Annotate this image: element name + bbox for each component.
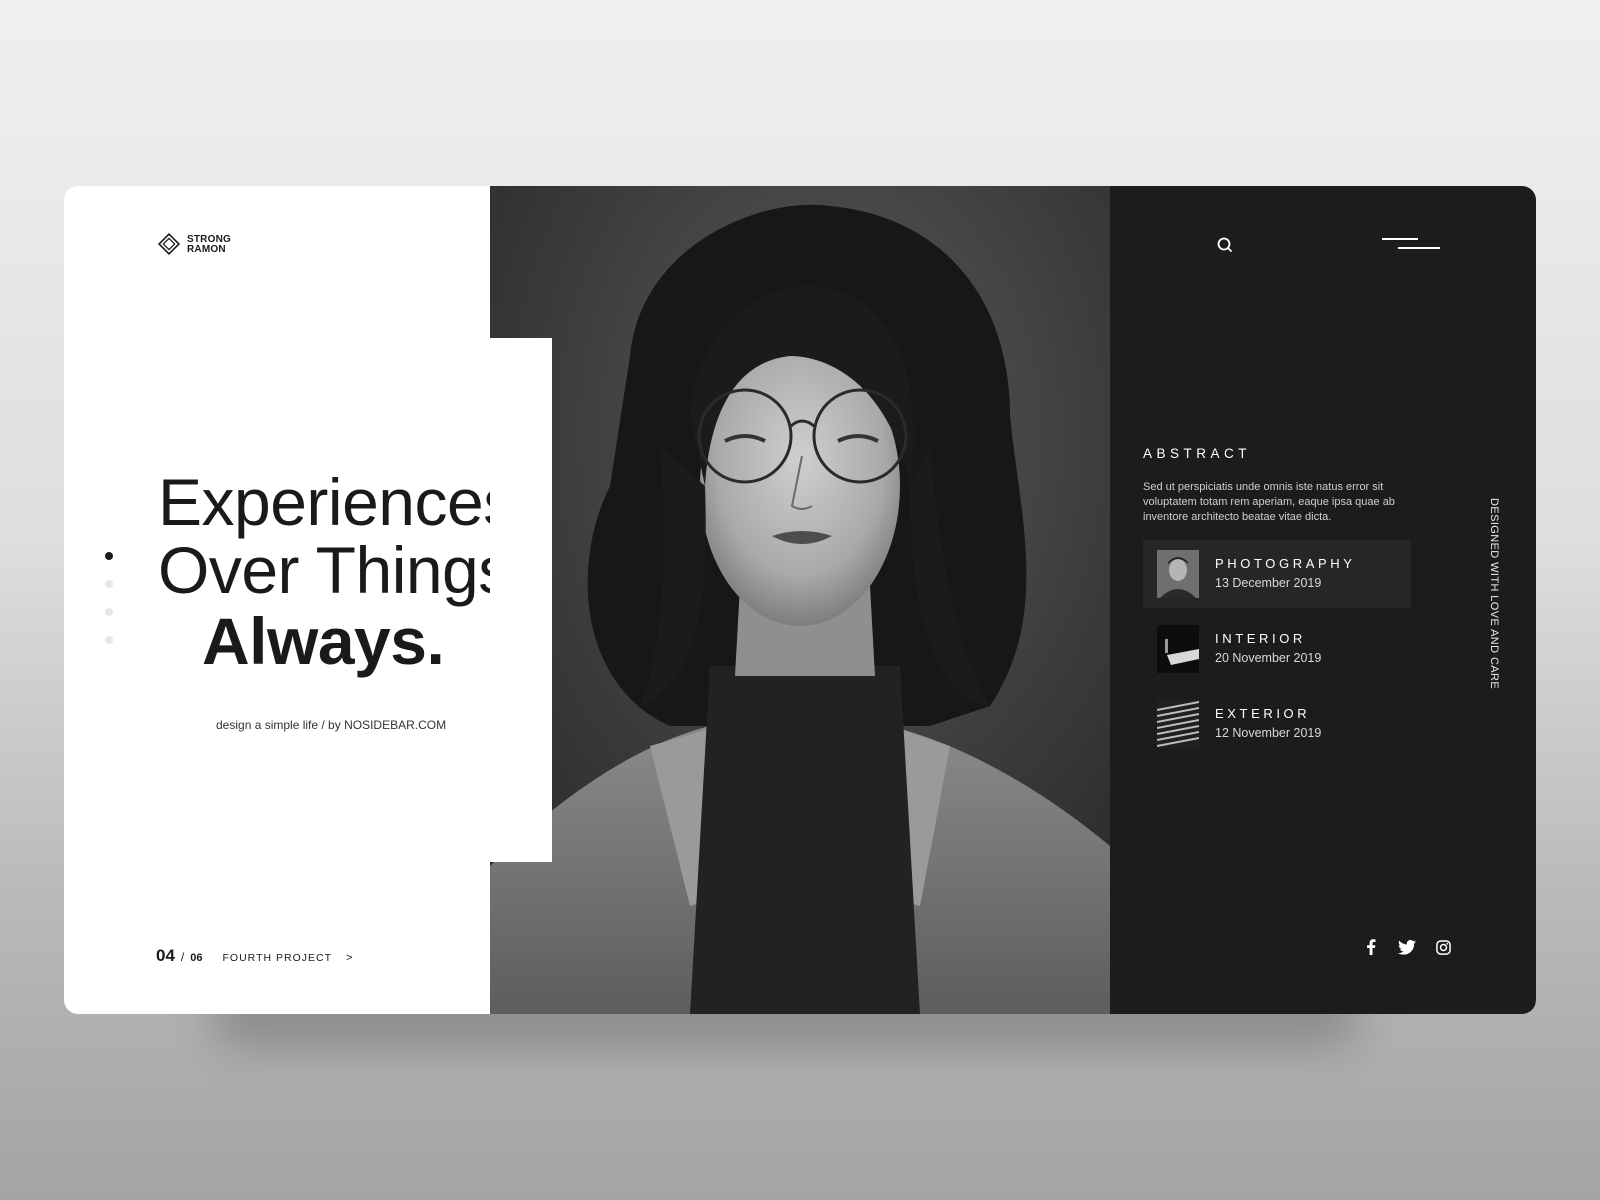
category-date: 12 November 2019 xyxy=(1215,726,1322,740)
slide-dot[interactable] xyxy=(105,608,113,616)
search-button[interactable] xyxy=(1216,236,1234,254)
portrait-thumbnail-image xyxy=(1157,550,1199,598)
category-date: 20 November 2019 xyxy=(1215,651,1322,665)
brand-line2: RAMON xyxy=(187,244,226,255)
project-pager: 04 / 06 FOURTH PROJECT > xyxy=(156,946,352,966)
slide-dot[interactable] xyxy=(105,636,113,644)
hamburger-menu-icon[interactable] xyxy=(1382,238,1440,252)
vertical-tagline: DESIGNED WITH LOVE AND CARE xyxy=(1486,498,1500,702)
pager-project-label[interactable]: FOURTH PROJECT xyxy=(223,952,332,964)
pager-separator: / xyxy=(180,950,185,964)
pager-total: 06 xyxy=(190,952,203,964)
hero-subline: design a simple life / by NOSIDEBAR.COM xyxy=(216,718,447,732)
interior-thumbnail xyxy=(1157,625,1199,673)
facebook-link[interactable] xyxy=(1362,938,1380,956)
twitter-icon xyxy=(1398,939,1416,955)
next-project-arrow[interactable]: > xyxy=(346,952,352,964)
photo-notch-panel xyxy=(490,338,552,862)
hero-portrait-photo xyxy=(490,186,1110,1014)
abstract-text: Sed ut perspiciatis unde omnis iste natu… xyxy=(1143,481,1395,523)
instagram-icon xyxy=(1435,939,1451,955)
hero-card: STRONG RAMON Experiences Over Things Alw… xyxy=(64,186,1536,1014)
brand-name: STRONG RAMON xyxy=(187,235,231,255)
interior-thumbnail-image xyxy=(1157,625,1199,673)
slide-dot[interactable] xyxy=(105,580,113,588)
category-item-interior[interactable]: INTERIOR 20 November 2019 xyxy=(1143,615,1411,683)
slide-dot[interactable] xyxy=(105,552,113,560)
category-name: PHOTOGRAPHY xyxy=(1215,556,1356,571)
category-name: INTERIOR xyxy=(1215,631,1306,646)
diamond-logo-icon xyxy=(157,232,181,256)
category-name: EXTERIOR xyxy=(1215,706,1311,721)
menu-bar-top xyxy=(1382,238,1418,240)
exterior-thumbnail xyxy=(1157,700,1199,748)
facebook-icon xyxy=(1367,939,1376,955)
photography-thumbnail xyxy=(1157,550,1199,598)
exterior-thumbnail-image xyxy=(1157,700,1199,748)
right-dark-panel: ABSTRACT Sed ut perspiciatis unde omnis … xyxy=(1110,186,1536,1014)
search-icon xyxy=(1217,237,1232,252)
category-date: 13 December 2019 xyxy=(1215,576,1322,590)
vertical-tagline-text: DESIGNED WITH LOVE AND CARE xyxy=(1488,498,1500,690)
instagram-link[interactable] xyxy=(1434,938,1452,956)
brand-logo[interactable]: STRONG RAMON xyxy=(157,231,231,259)
abstract-title: ABSTRACT xyxy=(1143,446,1252,461)
slide-dots xyxy=(105,552,113,664)
portrait-image xyxy=(490,186,1110,1014)
category-item-exterior[interactable]: EXTERIOR 12 November 2019 xyxy=(1143,690,1411,758)
social-links xyxy=(1362,938,1452,956)
category-item-photography[interactable]: PHOTOGRAPHY 13 December 2019 xyxy=(1143,540,1411,608)
menu-bar-bottom xyxy=(1398,247,1440,249)
twitter-link[interactable] xyxy=(1398,938,1416,956)
pager-current: 04 xyxy=(156,946,175,965)
